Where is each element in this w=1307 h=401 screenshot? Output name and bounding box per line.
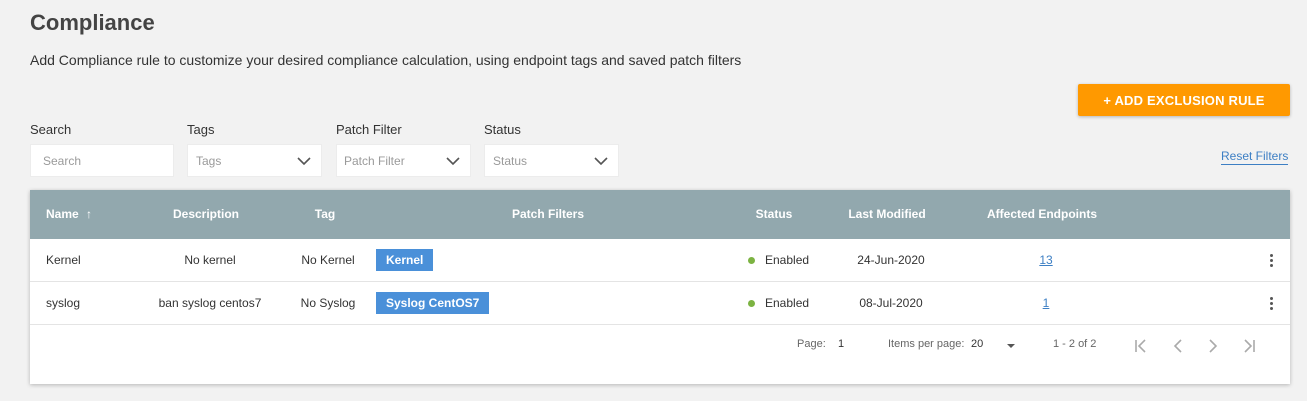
- sort-ascending-icon: ↑: [86, 207, 93, 221]
- rule-description: ban syslog centos7: [158, 296, 262, 310]
- table-header: Name ↑ Description Tag Patch Filters Sta…: [30, 190, 1290, 239]
- rule-tag: No Syslog: [300, 296, 356, 310]
- status-enabled-icon: [748, 257, 755, 264]
- column-name-label: Name: [46, 207, 79, 221]
- column-tag[interactable]: Tag: [315, 207, 335, 221]
- search-input[interactable]: Search: [30, 144, 174, 177]
- column-last-modified[interactable]: Last Modified: [848, 207, 925, 221]
- page-label: Page:: [797, 338, 826, 350]
- status-select[interactable]: Status: [484, 144, 619, 177]
- tags-select[interactable]: Tags: [187, 144, 322, 177]
- row-menu-icon[interactable]: [1266, 295, 1276, 313]
- status-label: Status: [484, 122, 521, 137]
- column-name[interactable]: Name ↑: [46, 207, 92, 221]
- tags-value: Tags: [196, 153, 222, 168]
- rule-status: Enabled: [765, 296, 810, 310]
- column-description[interactable]: Description: [173, 207, 239, 221]
- patch-filter-chip: Syslog CentOS7: [376, 292, 490, 314]
- patch-filter-chip: Kernel: [376, 249, 434, 271]
- add-exclusion-rule-button[interactable]: + ADD EXCLUSION RULE: [1078, 84, 1290, 116]
- previous-page-icon[interactable]: [1169, 337, 1187, 355]
- rule-description: No kernel: [184, 253, 236, 267]
- status-value: Status: [493, 153, 528, 168]
- patch-filter-select[interactable]: Patch Filter: [336, 144, 471, 177]
- chevron-down-icon: [594, 157, 608, 166]
- items-per-page-label: Items per page:: [888, 338, 965, 350]
- page-number-input[interactable]: 1: [838, 338, 844, 350]
- rule-name: Kernel: [46, 253, 81, 267]
- rule-tag: No Kernel: [301, 253, 355, 267]
- column-affected-endpoints[interactable]: Affected Endpoints: [987, 207, 1097, 221]
- rule-last-modified: 24-Jun-2020: [857, 253, 925, 267]
- chevron-down-icon: [297, 157, 311, 166]
- page-range: 1 - 2 of 2: [1053, 338, 1097, 350]
- rule-last-modified: 08-Jul-2020: [859, 296, 923, 310]
- rule-status: Enabled: [765, 253, 810, 267]
- search-label: Search: [30, 122, 72, 137]
- affected-endpoints-link[interactable]: 1: [1043, 296, 1050, 310]
- chevron-down-icon: [446, 157, 460, 166]
- patch-filter-label: Patch Filter: [336, 122, 402, 137]
- page-description: Add Compliance rule to customize your de…: [30, 52, 742, 68]
- items-per-page-select[interactable]: 20: [971, 338, 983, 350]
- next-page-icon[interactable]: [1204, 337, 1222, 355]
- search-placeholder: Search: [43, 153, 82, 168]
- column-patch-filters[interactable]: Patch Filters: [512, 207, 584, 221]
- reset-filters-link[interactable]: Reset Filters: [1221, 149, 1289, 165]
- page-title: Compliance: [30, 10, 155, 35]
- first-page-icon[interactable]: [1132, 337, 1150, 355]
- tags-label: Tags: [187, 122, 215, 137]
- rule-name: syslog: [46, 296, 81, 310]
- status-enabled-icon: [748, 300, 755, 307]
- caret-down-icon[interactable]: [1006, 342, 1016, 350]
- affected-endpoints-link[interactable]: 13: [1039, 253, 1052, 267]
- rules-table: Name ↑ Description Tag Patch Filters Sta…: [30, 190, 1290, 384]
- column-status[interactable]: Status: [756, 207, 793, 221]
- table-row[interactable]: syslog ban syslog centos7 No Syslog Sysl…: [30, 282, 1290, 325]
- row-menu-icon[interactable]: [1266, 252, 1276, 270]
- patch-filter-value: Patch Filter: [344, 153, 405, 168]
- table-row[interactable]: Kernel No kernel No Kernel Kernel Enable…: [30, 239, 1290, 282]
- last-page-icon[interactable]: [1240, 337, 1258, 355]
